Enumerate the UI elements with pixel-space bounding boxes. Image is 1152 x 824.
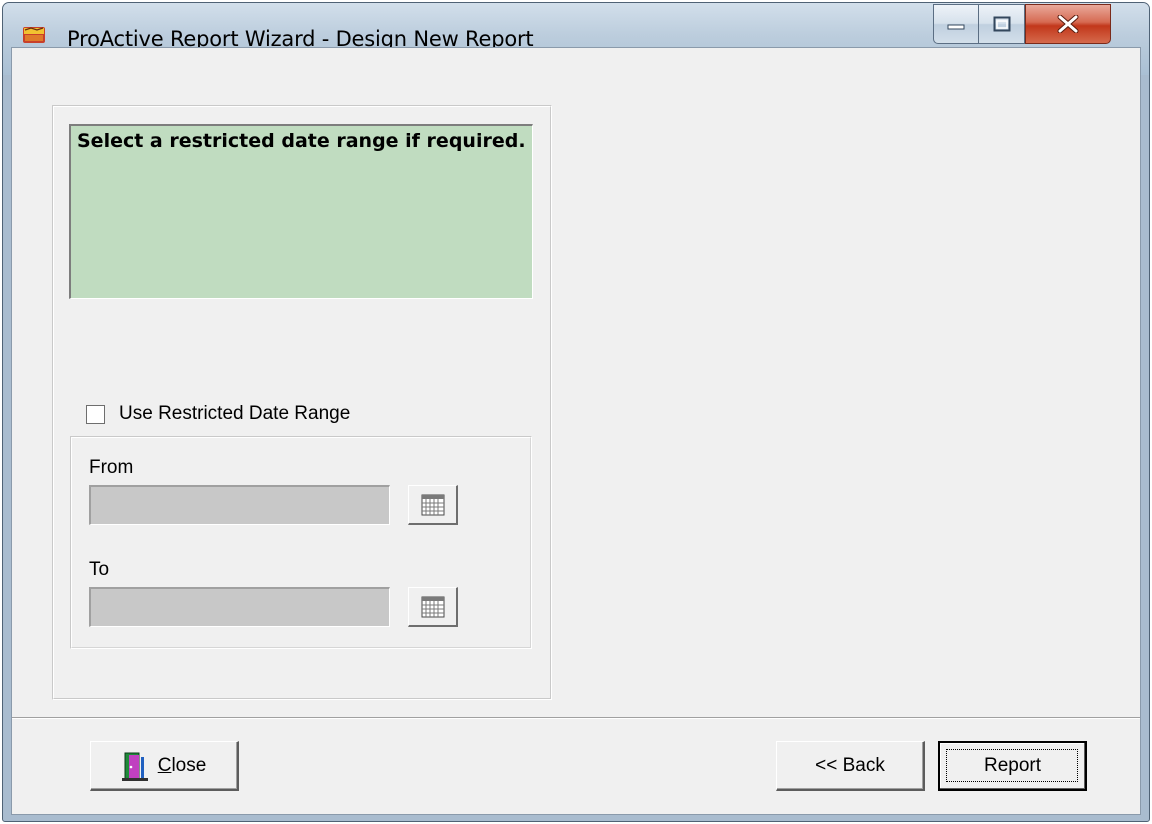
restricted-date-range-option[interactable]: Use Restricted Date Range <box>86 402 350 426</box>
instruction-box: Select a restricted date range if requir… <box>69 124 533 299</box>
wizard-step-panel: Select a restricted date range if requir… <box>52 105 552 700</box>
date-range-group: From To <box>70 436 532 649</box>
to-calendar-button[interactable] <box>408 587 458 627</box>
to-date-input[interactable] <box>89 587 390 627</box>
window-close-button[interactable] <box>1025 4 1111 44</box>
from-date-input[interactable] <box>89 485 390 525</box>
report-wizard-window: ProActive Report Wizard - Design New Rep… <box>2 2 1150 822</box>
close-x-icon <box>1057 15 1079 33</box>
minimize-icon <box>947 24 965 30</box>
exit-door-icon <box>121 752 148 781</box>
dialog-client-area: Select a restricted date range if requir… <box>11 47 1141 815</box>
report-button[interactable]: Report <box>938 741 1087 791</box>
maximize-button[interactable] <box>979 4 1025 44</box>
maximize-icon <box>993 16 1010 32</box>
restricted-date-range-checkbox[interactable] <box>86 404 105 424</box>
back-button[interactable]: << Back <box>776 741 925 791</box>
to-label: To <box>89 559 110 580</box>
close-button-label[interactable]: Close <box>158 755 207 777</box>
calendar-icon <box>421 494 444 515</box>
restricted-date-range-label[interactable]: Use Restricted Date Range <box>119 403 350 425</box>
minimize-button[interactable] <box>933 4 979 44</box>
close-button[interactable]: Close <box>90 741 239 791</box>
from-calendar-button[interactable] <box>408 485 458 525</box>
calendar-icon <box>421 596 444 617</box>
from-label: From <box>89 457 134 478</box>
proactive-app-icon <box>23 27 45 43</box>
